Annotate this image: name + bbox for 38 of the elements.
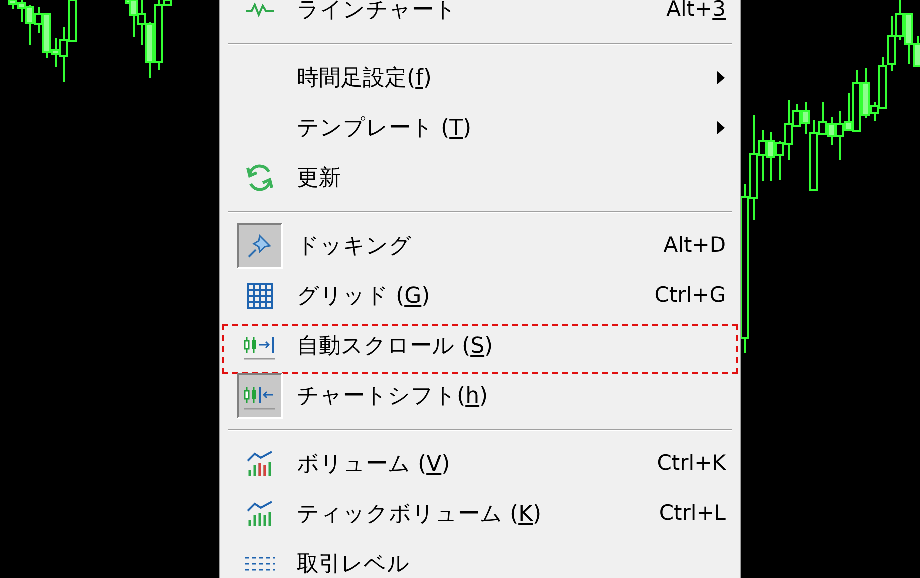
menu-item[interactable]: 取引レベル <box>228 539 732 578</box>
shortcut-text: Alt+3 <box>666 0 726 24</box>
menu-item-label: ドッキング <box>297 232 413 260</box>
menu-item[interactable]: チャートシフト(h) <box>228 371 732 421</box>
menu-item[interactable]: 時間足設定(f) <box>228 53 732 103</box>
menu-item-label: 取引レベル <box>297 550 411 578</box>
menu-item[interactable]: ドッキング Alt+D <box>228 221 732 271</box>
candlestick <box>766 132 776 181</box>
menu-item[interactable]: グリッド (G) Ctrl+G <box>228 271 732 321</box>
menu-item[interactable]: ボリューム (V) Ctrl+K <box>228 439 732 489</box>
menu-item-label: チャートシフト(h) <box>297 382 490 410</box>
menu-item[interactable]: ラインチャート Alt+3 <box>228 0 732 35</box>
menu-item-label: ティックボリューム (K) <box>297 500 543 528</box>
volume-chart-icon <box>245 449 275 479</box>
candlestick <box>68 0 78 42</box>
candlestick <box>138 0 146 45</box>
menu-item-label: ラインチャート <box>297 0 458 24</box>
shortcut-text: Alt+D <box>664 232 726 260</box>
candlestick <box>146 22 154 78</box>
menu-item-label: 更新 <box>297 164 342 192</box>
grid-icon <box>245 281 275 311</box>
menu-item[interactable]: 自動スクロール (S) <box>228 321 732 371</box>
shortcut-text: Ctrl+K <box>657 450 726 478</box>
volume-chart-icon <box>245 499 275 529</box>
shortcut-text: Ctrl+G <box>654 282 726 310</box>
shortcut-text: Ctrl+L <box>659 500 726 528</box>
menu-item-label: グリッド (G) <box>297 282 432 310</box>
menu-item-label: 自動スクロール (S) <box>297 332 494 360</box>
menu-item-label: ボリューム (V) <box>297 450 452 478</box>
menu-item-label: テンプレート (T) <box>297 114 473 142</box>
refresh-icon <box>245 163 275 193</box>
candlestick <box>896 0 904 40</box>
menu-item[interactable]: ティックボリューム (K) Ctrl+L <box>228 489 732 539</box>
menu-item[interactable]: テンプレート (T) <box>228 103 732 153</box>
pin-icon <box>246 232 274 260</box>
menu-item[interactable]: 更新 <box>228 153 732 203</box>
menu-item-label: 時間足設定(f) <box>297 64 433 92</box>
line-chart-icon <box>244 0 276 20</box>
